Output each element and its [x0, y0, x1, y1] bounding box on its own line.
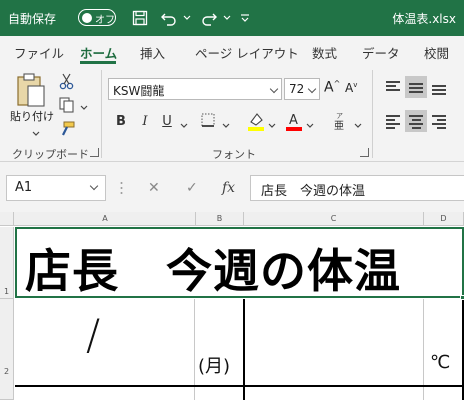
font-name-dropdown-icon: [269, 84, 279, 94]
column-header-b[interactable]: B: [196, 212, 244, 226]
cell-a1-merged[interactable]: 店長 今週の体温: [15, 227, 464, 298]
toggle-knob: [82, 12, 92, 23]
copy-icon[interactable]: [58, 96, 76, 114]
formula-input[interactable]: 店長 今週の体温: [250, 175, 464, 201]
cancel-entry-icon[interactable]: ✕: [148, 180, 160, 196]
fill-color-icon[interactable]: [246, 110, 266, 132]
bold-button[interactable]: B: [110, 110, 132, 132]
row-header-1[interactable]: 1: [0, 227, 14, 299]
fill-handle[interactable]: [460, 295, 464, 300]
name-box-value: A1: [15, 180, 33, 195]
align-center-icon[interactable]: [405, 110, 427, 132]
font-launcher-icon[interactable]: [360, 148, 369, 157]
undo-dropdown-icon[interactable]: [182, 7, 192, 29]
tab-formulas[interactable]: 数式: [312, 43, 337, 62]
font-size-dropdown-icon: [307, 84, 317, 94]
align-middle-icon[interactable]: [405, 76, 427, 98]
name-box-dropdown-icon: [89, 181, 99, 191]
phonetic-guide-icon[interactable]: ア亜: [330, 110, 352, 132]
font-size-value: 72: [289, 82, 305, 96]
column-header-c[interactable]: C: [244, 212, 424, 226]
cell-a1-text: 店長 今週の体温: [25, 244, 401, 298]
autosave-state: オフ: [95, 15, 115, 26]
name-box[interactable]: A1: [6, 175, 106, 201]
title-bar: 自動保存 オフ 体温表.xlsx: [0, 0, 464, 36]
ribbon: 貼り付け クリップボード KSW闘龍 72 A^ Av B I U A ア 亜 …: [0, 66, 464, 162]
tab-file[interactable]: ファイル: [14, 43, 64, 62]
formula-bar: A1 ✕ ✓ fx 店長 今週の体温: [0, 162, 464, 212]
tab-page-layout[interactable]: ページ レイアウト: [195, 43, 299, 62]
phonetic-dropdown-icon[interactable]: [354, 118, 362, 128]
active-tab-indicator: [80, 61, 116, 64]
cut-icon[interactable]: [58, 72, 76, 90]
format-painter-icon[interactable]: [58, 120, 76, 138]
undo-icon[interactable]: [158, 7, 180, 29]
autosave-label: 自動保存: [8, 12, 57, 26]
insert-function-icon[interactable]: fx: [222, 180, 235, 196]
italic-button[interactable]: I: [134, 110, 156, 132]
font-color-icon[interactable]: A: [284, 110, 304, 132]
grow-font-icon[interactable]: A^: [324, 79, 340, 96]
column-header-a[interactable]: A: [15, 212, 196, 226]
formula-bar-grip-icon: [120, 180, 123, 196]
tab-data[interactable]: データ: [362, 43, 400, 62]
orientation-icon[interactable]: [452, 76, 464, 98]
redo-dropdown-icon[interactable]: [222, 7, 232, 29]
tab-review[interactable]: 校閲: [424, 43, 449, 62]
cell-a2[interactable]: [15, 299, 196, 387]
autosave-toggle[interactable]: オフ: [78, 9, 116, 26]
align-left-icon[interactable]: [382, 110, 404, 132]
font-color-dropdown-icon[interactable]: [306, 118, 314, 128]
group-divider: [101, 70, 102, 158]
copy-dropdown-icon[interactable]: [80, 100, 88, 110]
borders-icon[interactable]: [200, 112, 218, 130]
paste-icon[interactable]: [14, 72, 48, 110]
svg-text:ア: ア: [336, 112, 343, 120]
row-header-2[interactable]: 2: [0, 299, 14, 400]
cell-d2-text: ℃: [430, 352, 451, 373]
cell-b2-text: (月): [198, 356, 231, 377]
borders-dropdown-icon[interactable]: [222, 118, 230, 128]
column-header-d[interactable]: D: [424, 212, 464, 226]
fill-color-dropdown-icon[interactable]: [268, 118, 276, 128]
paste-dropdown-icon[interactable]: [32, 126, 40, 136]
align-top-icon[interactable]: [382, 76, 404, 98]
cell-d2[interactable]: [424, 299, 464, 387]
underline-dropdown-icon[interactable]: [180, 118, 188, 128]
confirm-entry-icon[interactable]: ✓: [186, 180, 198, 196]
font-size-select[interactable]: 72: [284, 78, 320, 100]
font-group-label: フォント: [212, 148, 256, 161]
select-all-corner[interactable]: [0, 212, 14, 226]
cell-border: [15, 385, 464, 387]
group-divider: [372, 70, 373, 158]
svg-text:亜: 亜: [334, 121, 344, 132]
ribbon-tabs: ファイル ホーム 挿入 ページ レイアウト 数式 データ 校閲: [0, 36, 464, 66]
svg-text:A: A: [289, 113, 298, 128]
font-name-value: KSW闘龍: [113, 84, 165, 98]
file-name: 体温表.xlsx: [392, 12, 456, 26]
align-bottom-icon[interactable]: [428, 76, 450, 98]
cell-c2[interactable]: [244, 299, 424, 387]
underline-button[interactable]: U: [156, 110, 178, 132]
clipboard-group-label: クリップボード: [12, 148, 89, 161]
clipboard-launcher-icon[interactable]: [90, 148, 99, 157]
shrink-font-icon[interactable]: Av: [345, 81, 357, 95]
cell-a2-text: /: [86, 310, 101, 359]
align-right-icon[interactable]: [428, 110, 450, 132]
tab-insert[interactable]: 挿入: [140, 43, 165, 62]
redo-icon[interactable]: [198, 7, 220, 29]
tab-home[interactable]: ホーム: [80, 43, 117, 62]
customize-icon[interactable]: [238, 7, 252, 29]
column-headers: A B C D: [0, 212, 464, 226]
save-icon[interactable]: [130, 7, 150, 29]
paste-label[interactable]: 貼り付け: [10, 108, 54, 124]
font-name-select[interactable]: KSW闘龍: [108, 78, 282, 100]
